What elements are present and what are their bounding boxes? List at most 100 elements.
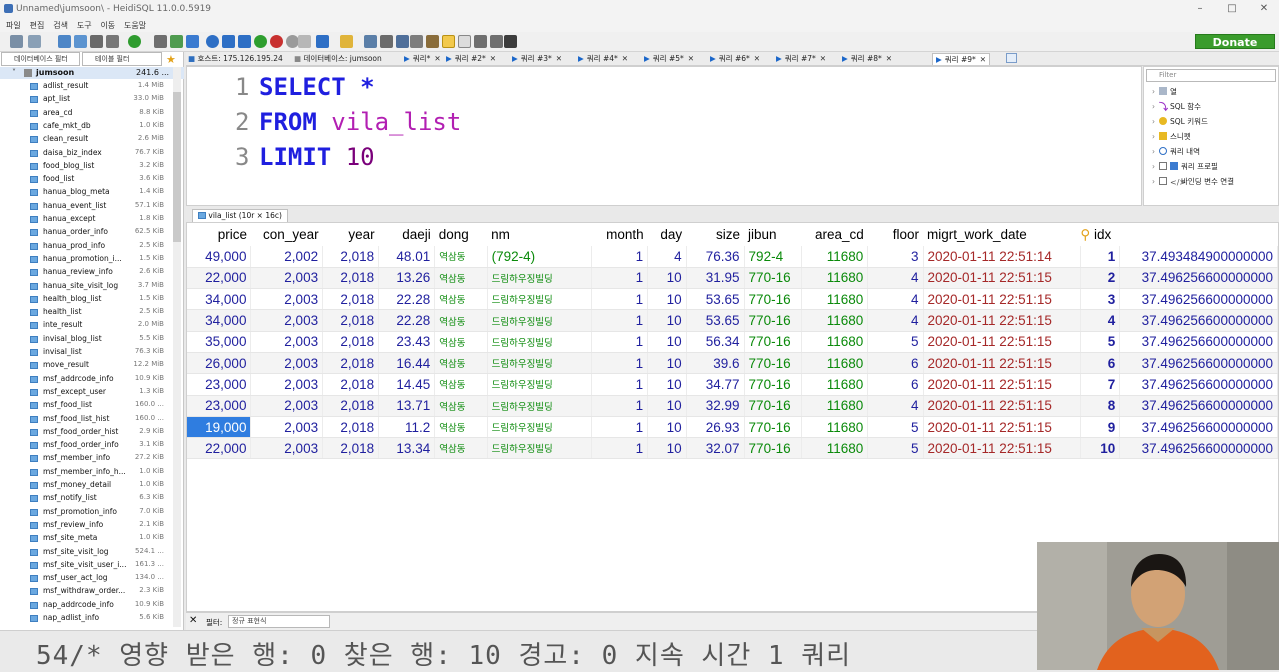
table-cell[interactable]: 37.493484900000000 bbox=[1119, 246, 1278, 268]
helper-filter-input[interactable]: Filter bbox=[1146, 69, 1276, 82]
table-cell[interactable]: 792-4 bbox=[744, 246, 802, 268]
session-manager-icon[interactable] bbox=[10, 35, 23, 48]
table-list-item[interactable]: daisa_biz_index 76.7 KiB bbox=[0, 147, 184, 160]
table-cell[interactable]: 2020-01-11 22:51:15 bbox=[923, 352, 1081, 375]
table-list-item[interactable]: hanua_promotion_i... 1.5 KiB bbox=[0, 253, 184, 266]
tab-query-3[interactable]: ▶ 쿼리 #3* ✕ bbox=[512, 53, 562, 65]
table-cell[interactable]: 4 bbox=[867, 267, 924, 290]
table-cell[interactable]: 11680 bbox=[801, 267, 869, 290]
table-list-item[interactable]: msf_withdraw_order... 2.3 KiB bbox=[0, 585, 184, 598]
table-cell[interactable]: 드림하우징빌딩 bbox=[487, 267, 592, 290]
column-header[interactable]: floor bbox=[868, 223, 923, 246]
table-cell[interactable]: 37.496256600000000 bbox=[1119, 416, 1278, 439]
table-list-item[interactable]: cafe_mkt_db 1.0 KiB bbox=[0, 120, 184, 133]
table-cell[interactable]: 2020-01-11 22:51:15 bbox=[923, 395, 1081, 417]
left-scrollbar-thumb[interactable] bbox=[173, 92, 181, 242]
table-cell[interactable]: 역삼동 bbox=[434, 331, 488, 353]
table-cell[interactable]: 11.2 bbox=[378, 416, 436, 439]
sql-help-icon[interactable] bbox=[490, 35, 503, 48]
column-header[interactable]: month bbox=[591, 223, 647, 246]
table-cell[interactable]: 6 bbox=[867, 352, 924, 375]
table-cell[interactable]: 10 bbox=[647, 267, 687, 290]
table-list-item[interactable]: msf_member_info 27.2 KiB bbox=[0, 452, 184, 465]
menu-help[interactable]: 도움말 bbox=[124, 20, 146, 31]
table-cell[interactable]: 2 bbox=[1080, 267, 1121, 290]
table-list-item[interactable]: apt_list 33.0 MiB bbox=[0, 93, 184, 106]
table-cell[interactable]: 22.28 bbox=[378, 288, 436, 311]
user-manager-icon[interactable] bbox=[154, 35, 167, 48]
table-cell[interactable]: 48.01 bbox=[378, 246, 436, 268]
table-row[interactable]: 23,000 2,003 2,018 13.71 역삼동 드림하우징빌딩 1 10 32.99 7… bbox=[187, 395, 1278, 417]
table-cell[interactable]: 역삼동 bbox=[434, 416, 488, 439]
table-cell[interactable]: 역삼동 bbox=[434, 246, 488, 268]
table-cell[interactable]: 14.45 bbox=[378, 373, 436, 396]
table-list-item[interactable]: area_cd 8.8 KiB bbox=[0, 107, 184, 120]
paste-icon[interactable] bbox=[74, 35, 87, 48]
table-cell[interactable]: 39.6 bbox=[686, 352, 745, 375]
table-list-item[interactable]: hanua_except 1.8 KiB bbox=[0, 213, 184, 226]
checkbox-icon[interactable] bbox=[1159, 162, 1167, 170]
table-list-item[interactable]: health_blog_list 1.5 KiB bbox=[0, 293, 184, 306]
database-filter-input[interactable]: 데이터베이스 필터 bbox=[1, 52, 80, 66]
table-cell[interactable]: 23,000 bbox=[187, 395, 252, 417]
highlight-icon[interactable] bbox=[442, 35, 455, 48]
import-icon[interactable] bbox=[170, 35, 183, 48]
column-header[interactable]: year bbox=[323, 223, 379, 246]
table-cell[interactable]: 49,000 bbox=[187, 246, 252, 268]
table-cell[interactable]: 역삼동 bbox=[434, 352, 488, 375]
tab-database[interactable]: ■ 데이터베이스: jumsoon bbox=[294, 53, 382, 65]
table-cell[interactable]: 2,003 bbox=[250, 352, 324, 375]
table-cell[interactable]: 1 bbox=[591, 416, 649, 439]
open-file-icon[interactable] bbox=[340, 35, 353, 48]
table-list-item[interactable]: health_list 2.5 KiB bbox=[0, 306, 184, 319]
checkbox-icon[interactable] bbox=[1159, 177, 1167, 185]
donate-button[interactable]: Donate bbox=[1195, 34, 1275, 49]
table-cell[interactable]: 4 bbox=[867, 309, 924, 332]
table-cell[interactable]: 22,000 bbox=[187, 267, 252, 290]
column-header[interactable]: size bbox=[686, 223, 744, 246]
table-cell[interactable]: 1 bbox=[591, 288, 649, 311]
minimize-icon[interactable]: – bbox=[1190, 2, 1210, 16]
table-cell[interactable]: 1 bbox=[591, 309, 649, 332]
table-cell[interactable]: 역삼동 bbox=[434, 437, 488, 460]
table-cell[interactable]: 35,000 bbox=[187, 331, 252, 353]
table-cell[interactable]: 2,018 bbox=[322, 416, 380, 439]
table-cell[interactable]: 드림하우징빌딩 bbox=[487, 437, 592, 460]
format-sql-icon[interactable] bbox=[426, 35, 439, 48]
table-list-item[interactable]: invisal_list 76.3 KiB bbox=[0, 346, 184, 359]
table-cell[interactable]: 5 bbox=[867, 331, 924, 353]
table-cell[interactable]: 5 bbox=[867, 416, 924, 439]
table-row[interactable]: 23,000 2,003 2,018 14.45 역삼동 드림하우징빌딩 1 10 34.77 7… bbox=[187, 373, 1278, 396]
table-cell[interactable]: 1 bbox=[591, 437, 649, 460]
table-cell[interactable]: 2020-01-11 22:51:15 bbox=[923, 331, 1081, 353]
table-cell[interactable]: 2,003 bbox=[250, 437, 324, 460]
tab-query-2[interactable]: ▶ 쿼리 #2* ✕ bbox=[446, 53, 496, 65]
table-cell[interactable]: 11680 bbox=[801, 373, 869, 396]
table-cell[interactable]: 4 bbox=[647, 246, 687, 268]
menu-search[interactable]: 검색 bbox=[53, 20, 68, 31]
table-cell[interactable]: 770-16 bbox=[744, 267, 802, 290]
export-icon[interactable] bbox=[186, 35, 199, 48]
helper-item-columns[interactable]: › 열 bbox=[1152, 86, 1177, 97]
table-cell[interactable]: 32.99 bbox=[686, 395, 745, 417]
table-list-item[interactable]: inte_result 2.0 MiB bbox=[0, 319, 184, 332]
table-cell[interactable]: 770-16 bbox=[744, 331, 802, 353]
table-cell[interactable]: 2,018 bbox=[322, 395, 380, 417]
table-cell[interactable]: 23.43 bbox=[378, 331, 436, 353]
table-cell[interactable]: 2,003 bbox=[250, 373, 324, 396]
table-cell[interactable]: 19,000 bbox=[187, 416, 252, 439]
table-cell[interactable]: 22,000 bbox=[187, 437, 252, 460]
table-cell[interactable]: 10 bbox=[647, 288, 687, 311]
table-cell[interactable]: 1 bbox=[591, 352, 649, 375]
table-list-item[interactable]: msf_site_visit_log 524.1 ... bbox=[0, 546, 184, 559]
table-row[interactable]: 22,000 2,003 2,018 13.26 역삼동 드림하우징빌딩 1 10 31.95 7… bbox=[187, 267, 1278, 290]
table-cell[interactable]: 드림하우징빌딩 bbox=[487, 309, 592, 332]
table-cell[interactable]: 37.496256600000000 bbox=[1119, 267, 1278, 290]
close-filter-icon[interactable]: ✕ bbox=[189, 615, 197, 626]
info-icon[interactable] bbox=[206, 35, 219, 48]
undo-icon[interactable] bbox=[90, 35, 103, 48]
menu-tools[interactable]: 도구 bbox=[77, 20, 92, 31]
helper-item-bind-params[interactable]: › </>바인딩 변수 연결 bbox=[1152, 176, 1234, 187]
table-filter-input[interactable]: 테이블 필터 bbox=[82, 52, 162, 66]
table-list-item[interactable]: hanua_prod_info 2.5 KiB bbox=[0, 240, 184, 253]
